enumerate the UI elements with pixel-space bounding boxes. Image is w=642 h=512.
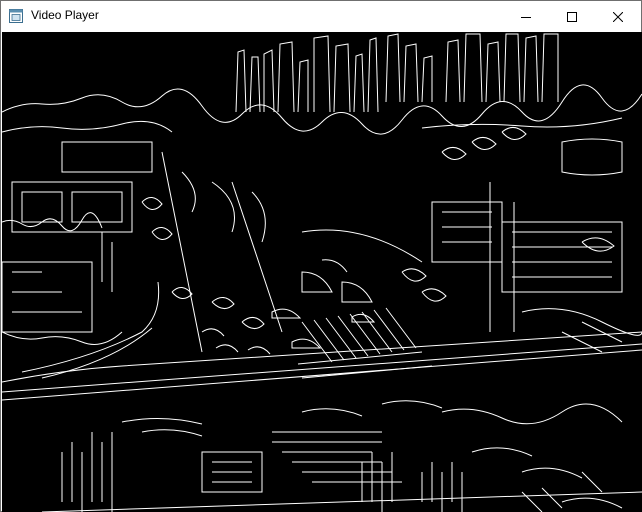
- close-button[interactable]: [595, 1, 641, 32]
- minimize-button[interactable]: [503, 1, 549, 32]
- close-icon: [613, 11, 623, 22]
- maximize-icon: [567, 11, 577, 22]
- window-title: Video Player: [31, 8, 99, 22]
- app-window-icon: [9, 9, 23, 23]
- edge-detected-image: [2, 32, 642, 512]
- maximize-button[interactable]: [549, 1, 595, 32]
- minimize-icon: [521, 16, 531, 18]
- video-player-window: Video Player: [0, 0, 642, 512]
- title-bar[interactable]: Video Player: [1, 1, 641, 32]
- video-frame[interactable]: [2, 32, 642, 512]
